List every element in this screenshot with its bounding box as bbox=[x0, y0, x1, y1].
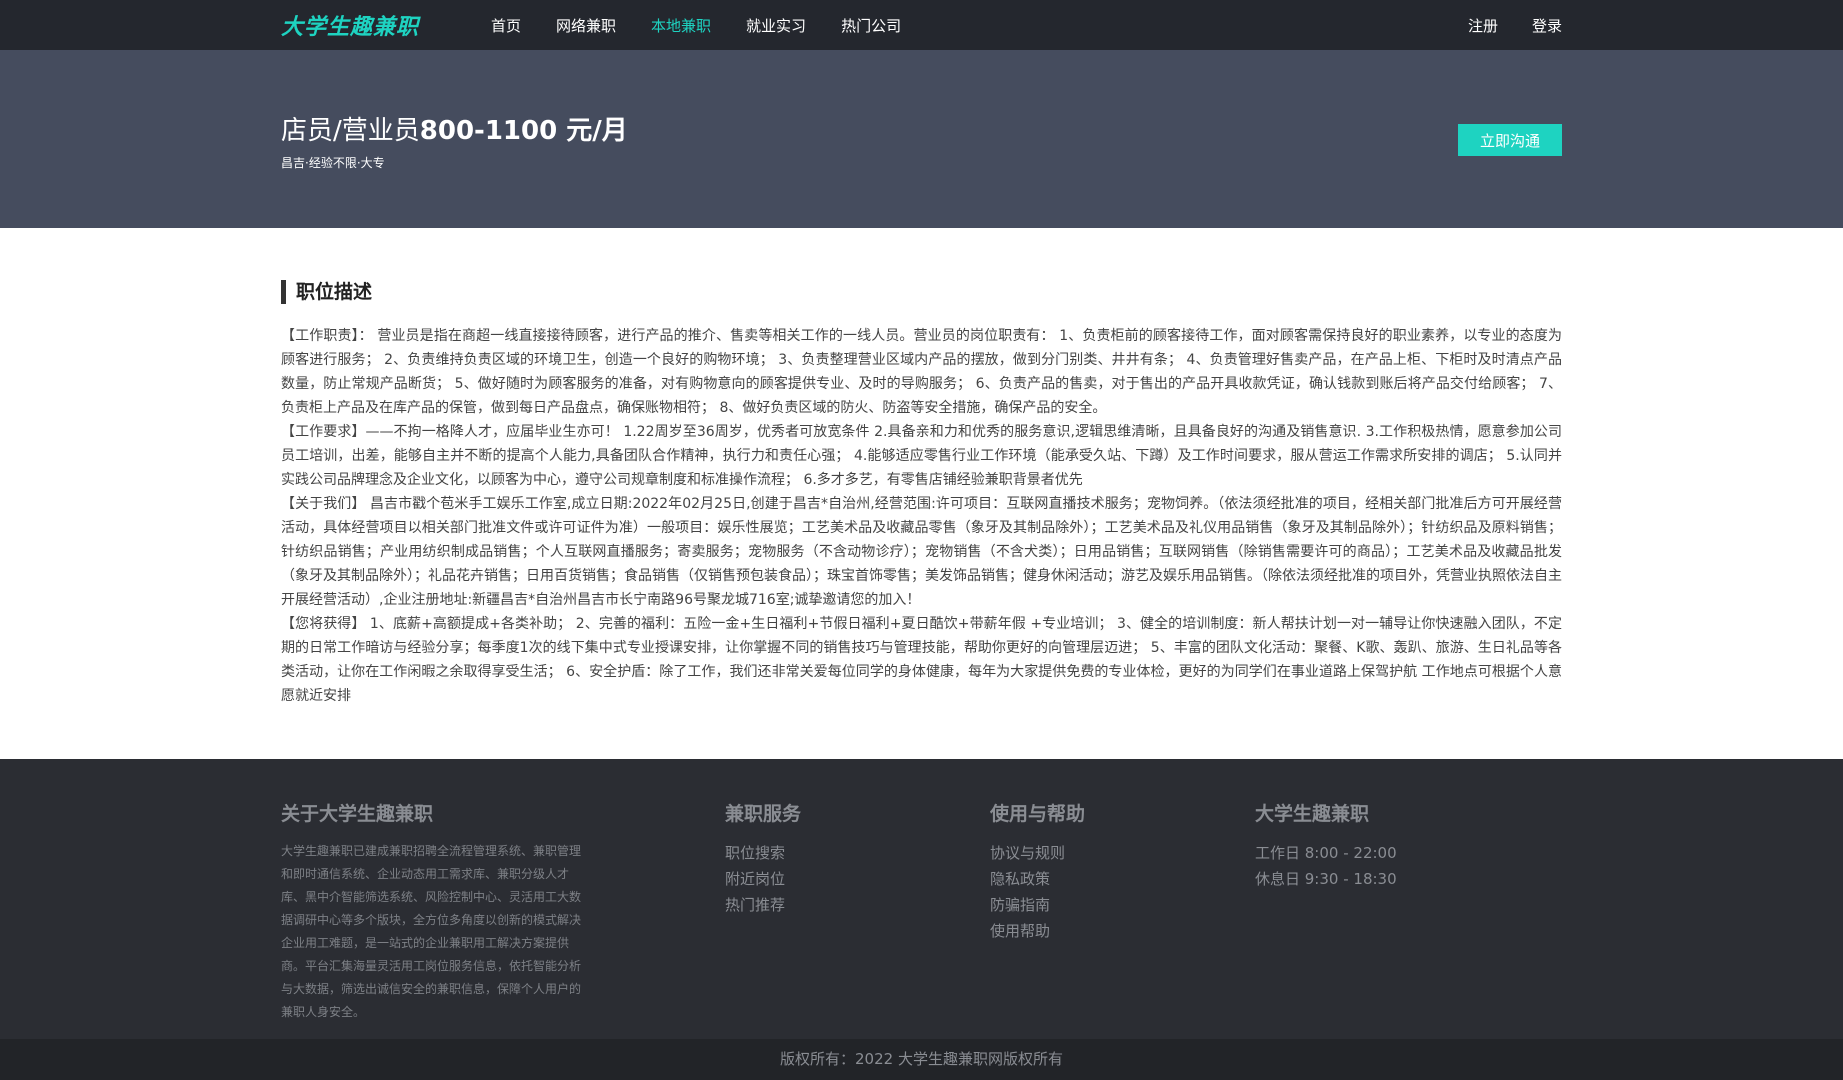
section-heading: 职位描述 bbox=[281, 280, 1562, 304]
copyright-bar: 版权所有：2022 大学生趣兼职网版权所有 bbox=[0, 1039, 1843, 1080]
desc-about-us: 【关于我们】 昌吉市戳个苞米手工娱乐工作室,成立日期:2022年02月25日,创… bbox=[281, 496, 1562, 608]
footer-help-title: 使用与帮助 bbox=[990, 803, 1086, 825]
footer-link-privacy[interactable]: 隐私政策 bbox=[990, 866, 1255, 892]
footer-hours-weekend: 休息日 9:30 - 18:30 bbox=[1255, 870, 1397, 888]
job-description: 【工作职责】： 营业员是指在商超一线直接接待顾客，进行产品的推介、售卖等相关工作… bbox=[281, 324, 1562, 708]
footer-link-anti-fraud[interactable]: 防骗指南 bbox=[990, 892, 1255, 918]
footer-link-terms[interactable]: 协议与规则 bbox=[990, 840, 1255, 866]
register-link[interactable]: 注册 bbox=[1468, 15, 1498, 36]
footer-about-text: 大学生趣兼职已建成兼职招聘全流程管理系统、兼职管理和即时通信系统、企业动态用工需… bbox=[281, 844, 582, 1019]
footer-services-title: 兼职服务 bbox=[725, 803, 802, 825]
nav-link-local-jobs[interactable]: 本地兼职 bbox=[651, 15, 711, 36]
desc-requirements: 【工作要求】——不拘一格降人才，应届毕业生亦可！ 1.22周岁至36周岁，优秀者… bbox=[281, 424, 1562, 488]
footer-link-help[interactable]: 使用帮助 bbox=[990, 918, 1255, 944]
footer-link-nearby[interactable]: 附近岗位 bbox=[725, 866, 990, 892]
footer-link-job-search[interactable]: 职位搜索 bbox=[725, 840, 990, 866]
footer-help: 使用与帮助 协议与规则 隐私政策 防骗指南 使用帮助 bbox=[990, 799, 1255, 1024]
nav-link-online-jobs[interactable]: 网络兼职 bbox=[556, 15, 616, 36]
footer-contact-title: 大学生趣兼职 bbox=[1255, 803, 1370, 825]
footer-contact: 大学生趣兼职 工作日 8:00 - 22:00 休息日 9:30 - 18:30 bbox=[1255, 799, 1397, 1024]
footer-services: 兼职服务 职位搜索 附近岗位 热门推荐 bbox=[725, 799, 990, 1024]
desc-benefits: 【您将获得】 1、底薪+高额提成+各类补助； 2、完善的福利：五险一金+生日福利… bbox=[281, 616, 1562, 704]
job-name: 店员/营业员 bbox=[281, 116, 420, 146]
footer-about-title: 关于大学生趣兼职 bbox=[281, 803, 434, 825]
nav-link-internships[interactable]: 就业实习 bbox=[746, 15, 806, 36]
job-description-section: 职位描述 【工作职责】： 营业员是指在商超一线直接接待顾客，进行产品的推介、售卖… bbox=[281, 228, 1562, 759]
job-meta: 昌吉·经验不限·大专 bbox=[281, 156, 385, 170]
login-link[interactable]: 登录 bbox=[1532, 15, 1562, 36]
desc-responsibilities: 【工作职责】： 营业员是指在商超一线直接接待顾客，进行产品的推介、售卖等相关工作… bbox=[281, 328, 1562, 416]
job-title: 店员/营业员800-1100 元/月 bbox=[281, 110, 628, 147]
top-nav: 大学生趣兼职 首页 网络兼职 本地兼职 就业实习 热门公司 注册 登录 bbox=[0, 0, 1843, 50]
main-nav-links: 首页 网络兼职 本地兼职 就业实习 热门公司 bbox=[491, 15, 1468, 36]
footer: 关于大学生趣兼职 大学生趣兼职已建成兼职招聘全流程管理系统、兼职管理和即时通信系… bbox=[0, 759, 1843, 1039]
job-header: 店员/营业员800-1100 元/月 昌吉·经验不限·大专 立即沟通 bbox=[0, 50, 1843, 228]
chat-now-button[interactable]: 立即沟通 bbox=[1458, 124, 1562, 156]
footer-link-recommended[interactable]: 热门推荐 bbox=[725, 892, 990, 918]
nav-link-home[interactable]: 首页 bbox=[491, 15, 521, 36]
auth-links: 注册 登录 bbox=[1468, 15, 1562, 36]
nav-link-hot-companies[interactable]: 热门公司 bbox=[841, 15, 901, 36]
footer-about: 关于大学生趣兼职 大学生趣兼职已建成兼职招聘全流程管理系统、兼职管理和即时通信系… bbox=[281, 799, 725, 1024]
site-logo[interactable]: 大学生趣兼职 bbox=[281, 9, 491, 41]
job-salary: 800-1100 元/月 bbox=[419, 116, 628, 146]
footer-hours-weekday: 工作日 8:00 - 22:00 bbox=[1255, 844, 1397, 862]
